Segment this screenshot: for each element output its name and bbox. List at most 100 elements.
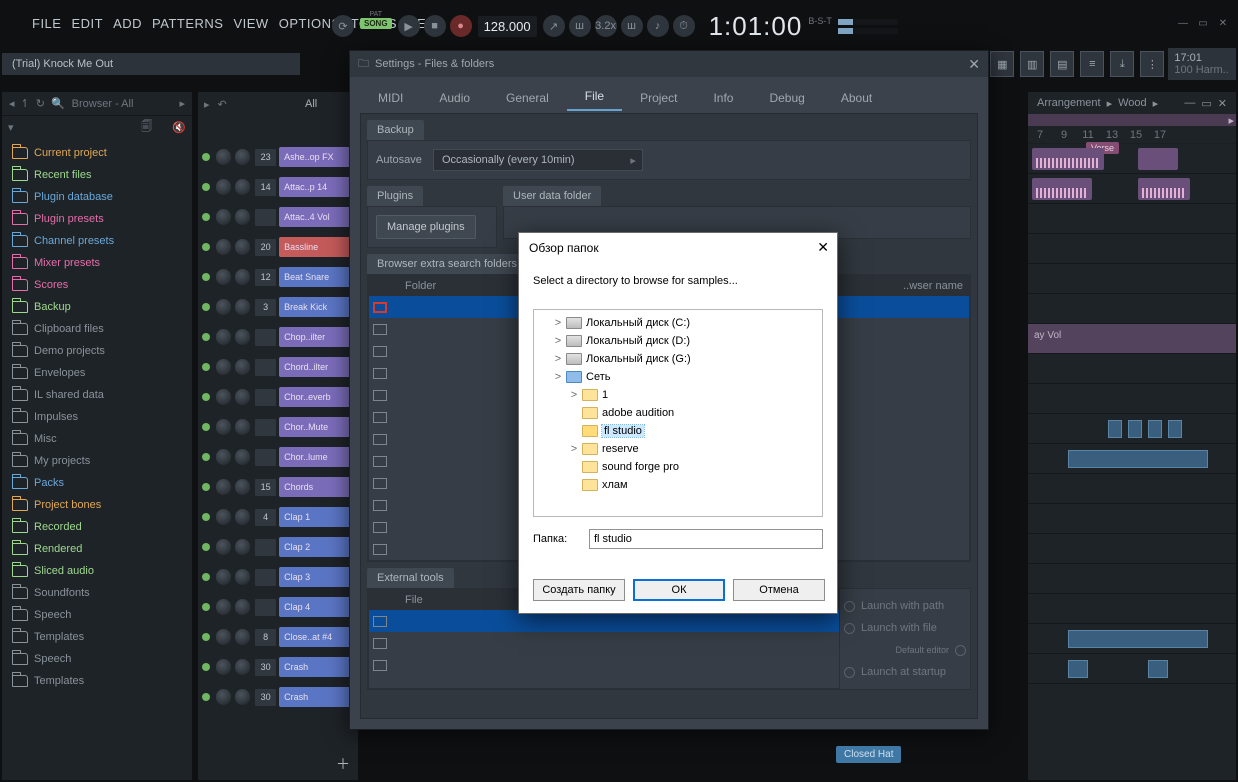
up-icon[interactable]: ↿ [21, 97, 30, 110]
channel-number[interactable]: 20 [255, 239, 276, 256]
channel-number[interactable] [255, 449, 276, 466]
vol-knob[interactable] [235, 209, 250, 225]
manage-plugins-button[interactable]: Manage plugins [376, 215, 476, 239]
browser-item[interactable]: Demo projects [2, 340, 192, 362]
channel-button[interactable]: Clap 3 [279, 567, 354, 587]
track-row[interactable] [1028, 564, 1236, 594]
pan-knob[interactable] [216, 509, 231, 525]
vol-knob[interactable] [235, 389, 250, 405]
playlist-icon[interactable]: ▦ [990, 51, 1014, 77]
vol-knob[interactable] [235, 629, 250, 645]
menu-add[interactable]: ADD [108, 16, 147, 34]
audio-clip[interactable] [1032, 148, 1104, 170]
copy-icon[interactable]: 🗐 [141, 118, 152, 137]
vol-knob[interactable] [235, 689, 250, 705]
menu-file[interactable]: FILE [27, 16, 66, 34]
song-button[interactable]: SONG [360, 18, 392, 29]
vol-knob[interactable] [235, 479, 250, 495]
channel-button[interactable]: Attac..p 14 [279, 177, 354, 197]
track-row[interactable] [1028, 504, 1236, 534]
channel-button[interactable]: Crash [279, 657, 354, 677]
browser-item[interactable]: Impulses [2, 406, 192, 428]
browser-item[interactable]: Soundfonts [2, 582, 192, 604]
channel-row[interactable]: Chor..lume [198, 442, 358, 472]
channel-number[interactable] [255, 419, 276, 436]
channel-button[interactable]: Chop..ilter [279, 327, 354, 347]
settings-tab-audio[interactable]: Audio [421, 83, 488, 111]
channel-number[interactable]: 23 [255, 149, 276, 166]
pat-song-switch[interactable]: PAT SONG [360, 11, 392, 41]
channel-led[interactable] [202, 483, 210, 491]
menu-edit[interactable]: EDIT [66, 16, 108, 34]
channel-button[interactable]: Beat Snare [279, 267, 354, 287]
channel-button[interactable]: Chor..Mute [279, 417, 354, 437]
back-icon[interactable]: ◂ [9, 97, 15, 110]
channel-row[interactable]: Clap 4 [198, 592, 358, 622]
channel-button[interactable]: Attac..4 Vol [279, 207, 354, 227]
channel-led[interactable] [202, 693, 210, 701]
timer-icon[interactable]: ⏱ [673, 15, 695, 37]
note-block[interactable] [1108, 420, 1122, 438]
record-button[interactable]: ● [450, 15, 472, 37]
note-block[interactable] [1148, 660, 1168, 678]
menu-patterns[interactable]: PATTERNS [147, 16, 228, 34]
vol-knob[interactable] [235, 269, 250, 285]
pan-knob[interactable] [216, 569, 231, 585]
browser-item[interactable]: Packs [2, 472, 192, 494]
browser-icon[interactable]: ⤓ [1110, 51, 1134, 77]
track-row[interactable] [1028, 474, 1236, 504]
tree-item[interactable]: fl studio [536, 422, 820, 440]
channel-number[interactable]: 4 [255, 509, 276, 526]
note-block[interactable] [1168, 420, 1182, 438]
channel-row[interactable]: Clap 2 [198, 532, 358, 562]
vol-knob[interactable] [235, 449, 250, 465]
channel-led[interactable] [202, 393, 210, 401]
channel-row[interactable]: 14Attac..p 14 [198, 172, 358, 202]
playlist-min-icon[interactable]: — [1184, 97, 1195, 109]
expand-icon[interactable]: ▸ [179, 97, 185, 110]
vol-knob[interactable] [235, 539, 250, 555]
browser-item[interactable]: Speech [2, 648, 192, 670]
browser-item[interactable]: Plugin database [2, 186, 192, 208]
menu-view[interactable]: VIEW [228, 16, 273, 34]
track-row[interactable] [1028, 414, 1236, 444]
track-row[interactable] [1028, 624, 1236, 654]
vol-knob[interactable] [235, 569, 250, 585]
time-display[interactable]: 1:01:00 [709, 11, 803, 42]
settings-tab-midi[interactable]: MIDI [360, 83, 421, 111]
browser-item[interactable]: Mixer presets [2, 252, 192, 274]
browser-item[interactable]: Backup [2, 296, 192, 318]
pan-knob[interactable] [216, 479, 231, 495]
channel-number[interactable] [255, 209, 276, 226]
channel-led[interactable] [202, 153, 210, 161]
tree-item[interactable]: >reserve [536, 440, 820, 458]
channel-number[interactable]: 30 [255, 659, 276, 676]
arrangement-crumb[interactable]: Arrangement [1037, 97, 1101, 109]
browser-item[interactable]: Clipboard files [2, 318, 192, 340]
channel-row[interactable]: Clap 3 [198, 562, 358, 592]
tree-item[interactable]: >Сеть [536, 368, 820, 386]
close-button[interactable]: ✕ [1214, 16, 1232, 30]
settings-tab-general[interactable]: General [488, 83, 567, 111]
channel-led[interactable] [202, 513, 210, 521]
pan-knob[interactable] [216, 599, 231, 615]
vol-knob[interactable] [235, 599, 250, 615]
pan-knob[interactable] [216, 299, 231, 315]
pattern-clip[interactable] [1138, 148, 1178, 170]
channel-row[interactable]: 30Crash [198, 682, 358, 712]
track-row[interactable] [1028, 294, 1236, 324]
create-folder-button[interactable]: Создать папку [533, 579, 625, 601]
vol-knob[interactable] [235, 419, 250, 435]
channel-led[interactable] [202, 213, 210, 221]
metronome-icon[interactable]: ♪ [647, 15, 669, 37]
audio-clip[interactable] [1032, 178, 1092, 200]
channel-button[interactable]: Bassline [279, 237, 354, 257]
closed-hat-clip[interactable]: Closed Hat [836, 746, 901, 763]
vol-knob[interactable] [235, 299, 250, 315]
plugin-icon[interactable]: ⋮ [1140, 51, 1164, 77]
track-row[interactable] [1028, 534, 1236, 564]
track-row[interactable] [1028, 354, 1236, 384]
browser-item[interactable]: Channel presets [2, 230, 192, 252]
search-icon[interactable]: 🔍 [51, 97, 65, 110]
audio-clip[interactable] [1138, 178, 1190, 200]
